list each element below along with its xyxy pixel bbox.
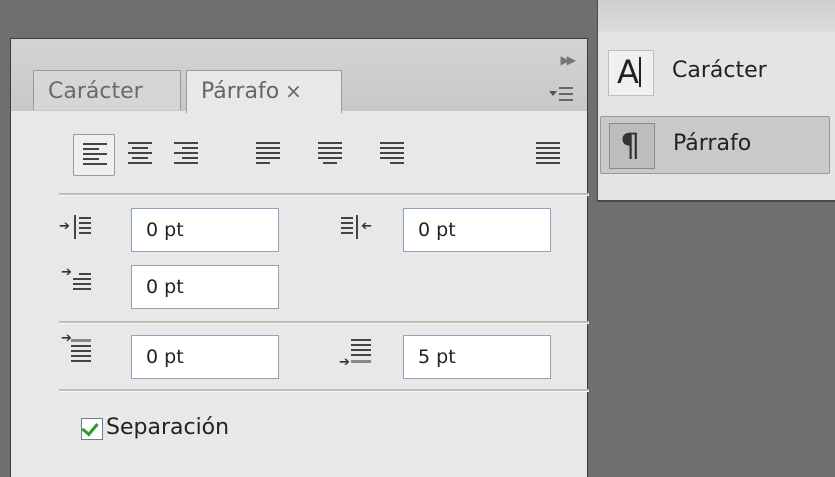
panel-menu-icon[interactable] xyxy=(549,83,577,105)
checkmark-icon xyxy=(81,418,99,437)
first-line-indent-icon: ➔ xyxy=(59,265,99,305)
divider xyxy=(59,193,589,196)
alignment-toolbar xyxy=(73,134,573,180)
collapse-panel-icon[interactable]: ▶▶ xyxy=(561,53,577,67)
justify-last-left-icon xyxy=(256,142,280,168)
hyphenation-label: Separación xyxy=(106,415,230,440)
divider xyxy=(59,321,589,324)
right-indent-field[interactable]: 0 pt xyxy=(403,208,551,252)
first-line-indent-field[interactable]: 0 pt xyxy=(131,265,279,309)
justify-all-button[interactable] xyxy=(527,134,569,176)
dock-parrafo-button[interactable]: ¶ Párrafo xyxy=(600,116,830,174)
close-tab-icon[interactable]: × xyxy=(285,79,302,103)
align-right-button[interactable] xyxy=(165,134,207,176)
justify-last-right-button[interactable] xyxy=(371,134,413,176)
justify-all-icon xyxy=(536,142,560,168)
tab-parrafo[interactable]: Párrafo × xyxy=(186,70,342,113)
justify-last-center-icon xyxy=(318,142,342,168)
align-left-button[interactable] xyxy=(73,134,115,176)
align-center-icon xyxy=(128,142,152,168)
paragraph-icon: ¶ xyxy=(609,123,655,169)
tab-caracter[interactable]: Carácter xyxy=(33,70,181,110)
justify-last-center-button[interactable] xyxy=(309,134,351,176)
align-left-icon xyxy=(83,143,107,169)
dock-caracter-button[interactable]: A Carácter xyxy=(600,44,830,102)
tab-caracter-label: Carácter xyxy=(48,79,143,104)
space-before-field[interactable]: 0 pt xyxy=(131,335,279,379)
dock-parrafo-label: Párrafo xyxy=(673,131,752,156)
align-center-button[interactable] xyxy=(119,134,161,176)
align-right-icon xyxy=(174,142,198,168)
space-after-field[interactable]: 5 pt xyxy=(403,335,551,379)
divider xyxy=(59,389,589,392)
space-before-icon: ➔ xyxy=(59,331,99,375)
tab-parrafo-label: Párrafo xyxy=(201,79,280,104)
left-indent-field[interactable]: 0 pt xyxy=(131,208,279,252)
paragraph-panel: ▶▶ Carácter Párrafo × ➔ 0 pt ➔ 0 pt ➔ 0 … xyxy=(10,38,589,477)
justify-last-left-button[interactable] xyxy=(247,134,289,176)
left-indent-icon: ➔ xyxy=(59,209,99,249)
character-icon: A xyxy=(608,50,654,96)
hyphenation-checkbox[interactable] xyxy=(81,418,103,440)
space-after-icon: ➔ xyxy=(339,335,381,375)
dock-panel: A Carácter ¶ Párrafo xyxy=(597,0,835,202)
dock-header xyxy=(598,0,835,32)
dock-caracter-label: Carácter xyxy=(672,58,767,83)
right-indent-icon: ➔ xyxy=(341,209,381,249)
justify-last-right-icon xyxy=(380,142,404,168)
